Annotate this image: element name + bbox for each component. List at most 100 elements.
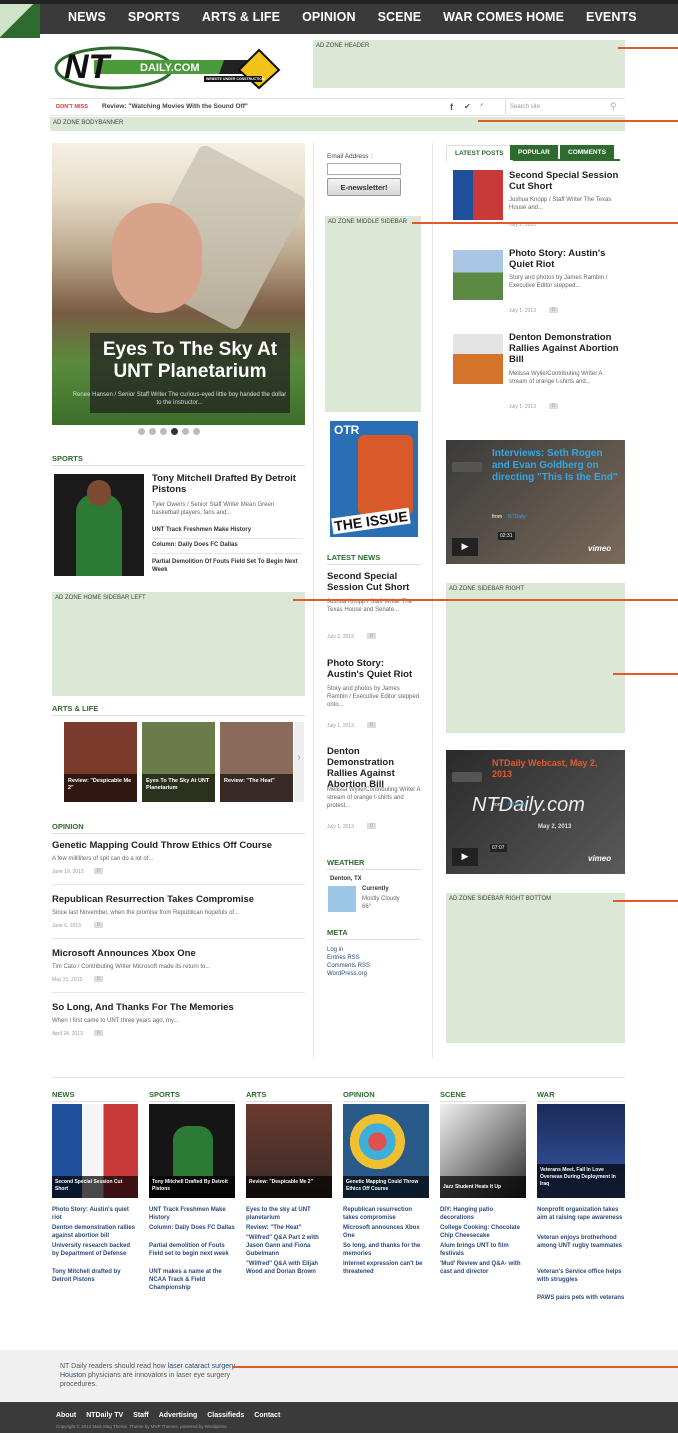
bottom-section-heading[interactable]: NEWS (52, 1090, 138, 1102)
dont-miss-headline[interactable]: Review: "Watching Movies With the Sound … (102, 103, 248, 110)
arts-life-heading[interactable]: ARTS & LIFE (52, 704, 305, 716)
bottom-section-image[interactable]: Second Special Session Cut Short (52, 1104, 138, 1198)
bottom-section-link[interactable]: DIY: Hanging patio decorations (440, 1206, 526, 1222)
slide-dot[interactable] (193, 428, 200, 435)
sports-link[interactable]: Column: Daily Does FC Dallas (152, 542, 302, 554)
bottom-section-link[interactable]: Republican resurrection takes compromise (343, 1206, 429, 1222)
footer-link-contact[interactable]: Contact (254, 1412, 280, 1419)
bottom-section-link[interactable]: Internet expression can't be threatened (343, 1260, 429, 1276)
nav-item-opinion[interactable]: OPINION (302, 10, 355, 24)
search-input[interactable]: Search site (505, 101, 623, 114)
post-thumbnail[interactable] (453, 250, 503, 300)
slide-dot[interactable] (182, 428, 189, 435)
bottom-section-link[interactable]: Denton demonstration rallies against abo… (52, 1224, 138, 1240)
bottom-section-link[interactable]: UNT Track Freshmen Make History (149, 1206, 235, 1222)
meta-link[interactable]: WordPress.org (327, 970, 367, 978)
opinion-title[interactable]: Microsoft Announces Xbox One (52, 948, 305, 959)
slide-dot[interactable] (138, 428, 145, 435)
meta-link[interactable]: Entries RSS (327, 954, 360, 962)
slide-dot[interactable] (171, 428, 178, 435)
opinion-title[interactable]: So Long, And Thanks For The Memories (52, 1002, 305, 1013)
bottom-section-image[interactable]: Jazz Student Heats It Up (440, 1104, 526, 1198)
video-title[interactable]: Interviews: Seth Rogen and Evan Goldberg… (492, 448, 620, 484)
ad-zone-sidebar-right[interactable]: AD ZONE SIDEBAR RIGHT (446, 583, 625, 733)
play-icon[interactable]: ▶ (452, 848, 478, 866)
bottom-section-heading[interactable]: WAR (537, 1090, 625, 1102)
sports-heading[interactable]: SPORTS (52, 454, 305, 466)
ad-zone-home-sidebar-left[interactable]: AD ZONE HOME SIDEBAR LEFT (52, 592, 305, 696)
bottom-section-link[interactable]: 'Mud' Review and Q&A- with cast and dire… (440, 1260, 526, 1276)
bottom-section-link[interactable]: Eyes to the sky at UNT planetarium (246, 1206, 332, 1222)
bottom-section-link[interactable]: Tony Mitchell drafted by Detroit Pistons (52, 1268, 138, 1284)
vimeo-logo[interactable]: vimeo (588, 544, 611, 553)
bottom-section-link[interactable]: University research backed by Department… (52, 1242, 138, 1258)
play-icon[interactable]: ▶ (452, 538, 478, 556)
video-source[interactable]: NTDaily (508, 514, 526, 520)
footer-link-classifieds[interactable]: Classifieds (207, 1412, 244, 1419)
meta-link[interactable]: Comments RSS (327, 962, 370, 970)
comment-count-badge[interactable]: 0 (549, 403, 558, 409)
latest-news-title[interactable]: Denton Demonstration Rallies Against Abo… (327, 746, 421, 790)
bottom-section-heading[interactable]: SPORTS (149, 1090, 235, 1102)
email-input[interactable] (327, 163, 401, 175)
sports-title[interactable]: Tony Mitchell Drafted By Detroit Pistons (152, 473, 302, 495)
comment-count-badge[interactable]: 0 (367, 823, 376, 829)
arts-item[interactable]: Review: "Despicable Me 2" (64, 722, 137, 802)
video-player[interactable]: Interviews: Seth Rogen and Evan Goldberg… (446, 440, 625, 564)
slide-dot[interactable] (149, 428, 156, 435)
video-title[interactable]: NTDaily Webcast, May 2, 2013 (492, 758, 602, 780)
sports-link[interactable]: Partial Demolition Of Fouts Field Set To… (152, 559, 302, 574)
bottom-section-heading[interactable]: OPINION (343, 1090, 429, 1102)
bottom-section-link[interactable]: Microsoft announces Xbox One (343, 1224, 429, 1240)
bottom-section-heading[interactable]: SCENE (440, 1090, 526, 1102)
nav-item-news[interactable]: NEWS (68, 10, 106, 24)
ad-zone-sidebar-right-bottom[interactable]: AD ZONE SIDEBAR RIGHT BOTTOM (446, 893, 625, 1043)
bottom-section-image[interactable]: Review: "Despicable Me 2" (246, 1104, 332, 1198)
nav-item-sports[interactable]: SPORTS (128, 10, 180, 24)
bottom-section-link[interactable]: Photo Story: Austin's quiet riot (52, 1206, 138, 1222)
bottom-section-link[interactable]: Review: "The Heat" (246, 1224, 332, 1232)
bottom-section-link[interactable]: Column: Daily Does FC Dallas (149, 1224, 235, 1232)
hero-slideshow[interactable]: Eyes To The Sky At UNT Planetarium Renee… (52, 143, 305, 425)
slide-dot[interactable] (160, 428, 167, 435)
footer-link-staff[interactable]: Staff (133, 1412, 149, 1419)
bottom-section-link[interactable]: Nonprofit organization takes aim at rais… (537, 1206, 625, 1222)
twitter-icon[interactable]: ✔ (464, 102, 471, 111)
post-thumbnail[interactable] (453, 170, 503, 220)
facebook-icon[interactable]: f (450, 102, 453, 112)
nav-item-war-comes-home[interactable]: WAR COMES HOME (443, 10, 564, 24)
comment-count-badge[interactable]: 0 (94, 868, 103, 874)
meta-link[interactable]: Log in (327, 946, 343, 954)
hero-title[interactable]: Eyes To The Sky At UNT Planetarium (90, 339, 290, 383)
nav-item-arts-life[interactable]: ARTS & LIFE (202, 10, 280, 24)
comment-count-badge[interactable]: 0 (367, 722, 376, 728)
bottom-section-link[interactable]: College Cooking: Chocolate Chip Cheeseca… (440, 1224, 526, 1240)
bottom-section-link[interactable]: Partial demolition of Fouts Field set to… (149, 1242, 235, 1258)
rss-icon[interactable]: ᐟ (480, 102, 483, 111)
arts-item[interactable]: Review: "The Heat" (220, 722, 293, 802)
nav-item-scene[interactable]: SCENE (378, 10, 422, 24)
latest-news-title[interactable]: Photo Story: Austin's Quiet Riot (327, 658, 421, 680)
opinion-heading[interactable]: OPINION (52, 822, 305, 834)
arts-item[interactable]: Eyes To The Sky At UNT Planetarium (142, 722, 215, 802)
bottom-section-image[interactable]: Genetic Mapping Could Throw Ethics Off C… (343, 1104, 429, 1198)
comment-count-badge[interactable]: 0 (94, 976, 103, 982)
bottom-section-link[interactable]: PAWS pairs pets with veterans (537, 1294, 625, 1302)
footer-link-about[interactable]: About (56, 1412, 76, 1419)
footer-link-ntdaily-tv[interactable]: NTDaily TV (86, 1412, 123, 1419)
latest-news-heading[interactable]: LATEST NEWS (327, 553, 421, 565)
bottom-section-link[interactable]: Veteran enjoys brotherhood among UNT rug… (537, 1234, 625, 1250)
bottom-section-image[interactable]: Tony Mitchell Drafted By Detroit Pistons (149, 1104, 235, 1198)
otr-magazine-cover[interactable]: OTR THE ISSUE (330, 421, 418, 537)
right-post-title[interactable]: Denton Demonstration Rallies Against Abo… (509, 332, 621, 365)
right-post-title[interactable]: Photo Story: Austin's Quiet Riot (509, 248, 621, 270)
right-post-title[interactable]: Second Special Session Cut Short (509, 170, 621, 192)
tab-comments[interactable]: COMMENTS (560, 145, 614, 160)
latest-news-title[interactable]: Second Special Session Cut Short (327, 571, 421, 593)
bottom-section-link[interactable]: Veteran's Service office helps with stru… (537, 1268, 625, 1284)
opinion-title[interactable]: Republican Resurrection Takes Compromise (52, 894, 305, 905)
video-player[interactable]: NTDaily Webcast, May 2, 2013 NTDaily.com… (446, 750, 625, 874)
comment-count-badge[interactable]: 0 (367, 633, 376, 639)
bottom-section-heading[interactable]: ARTS (246, 1090, 332, 1102)
nav-item-events[interactable]: EVENTS (586, 10, 637, 24)
